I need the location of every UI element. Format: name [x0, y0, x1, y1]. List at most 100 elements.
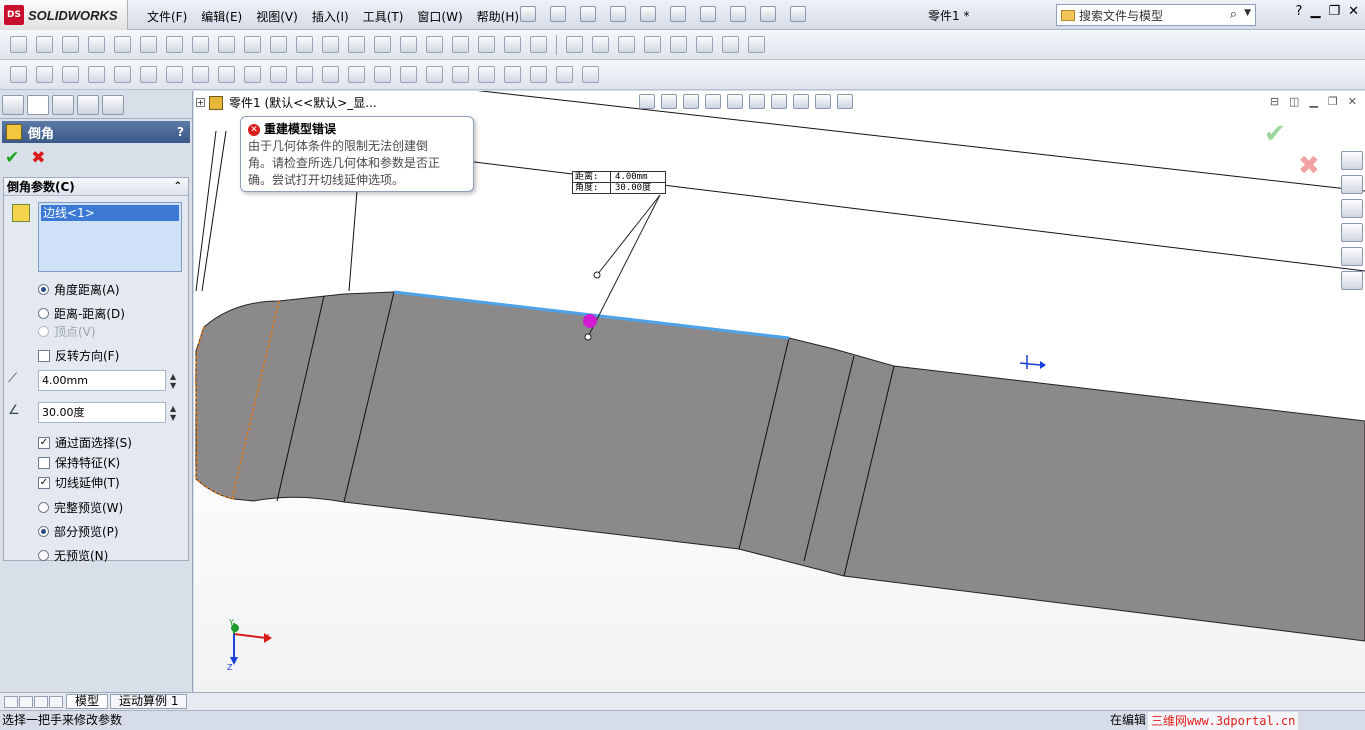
minimize-icon[interactable]: ▁ [1309, 95, 1317, 108]
angle-input[interactable]: 30.00度 [38, 402, 166, 423]
loft-icon[interactable] [88, 36, 105, 53]
extrude-icon[interactable] [10, 36, 27, 53]
view-orientation-icon[interactable] [727, 94, 743, 109]
spline-icon[interactable] [192, 66, 209, 83]
view-settings-icon[interactable] [837, 94, 853, 109]
ok-button[interactable]: ✔ [5, 148, 19, 168]
list-item[interactable]: 边线<1> [41, 205, 179, 221]
smart-dimension-icon[interactable] [36, 66, 53, 83]
group-header[interactable]: 倒角参数(C) ⌃ [4, 178, 188, 196]
menu-tools[interactable]: 工具(T) [356, 6, 411, 27]
sketch-pattern-icon[interactable] [452, 66, 469, 83]
angle-spinner[interactable]: ▲ ▼ [170, 404, 176, 422]
radio-button[interactable] [38, 550, 49, 561]
feature-manager-tab-icon[interactable] [2, 95, 24, 115]
rapid-sketch-icon[interactable] [582, 66, 599, 83]
next-tab-icon[interactable] [34, 695, 48, 708]
close-icon[interactable]: ✕ [1348, 95, 1357, 108]
hole-wizard-icon[interactable] [296, 36, 313, 53]
revolve-icon[interactable] [36, 36, 53, 53]
wrap-icon[interactable] [400, 36, 417, 53]
menu-file[interactable]: 文件(F) [140, 6, 194, 27]
radio-distance-distance[interactable]: 距离-距离(D) [38, 305, 125, 322]
display-relations-icon[interactable] [504, 66, 521, 83]
collapse-icon[interactable]: ⌃ [174, 181, 182, 192]
reference-plane-icon[interactable] [566, 36, 583, 53]
previous-tab-icon[interactable] [19, 695, 33, 708]
dimension-callout[interactable]: 距离: 4.00mm 角度: 30.00度 [572, 171, 666, 194]
open-icon[interactable] [580, 6, 596, 22]
trim-icon[interactable] [426, 66, 443, 83]
help-icon[interactable]: ? [177, 125, 184, 139]
rib-icon[interactable] [218, 36, 235, 53]
tab-motion-study[interactable]: 运动算例 1 [110, 694, 188, 709]
restore-icon[interactable]: ❐ [1328, 95, 1338, 108]
cut-extrude-icon[interactable] [140, 36, 157, 53]
first-tab-icon[interactable] [4, 695, 18, 708]
tree-item-label[interactable]: 零件1 (默认<<默认>_显... [229, 94, 377, 111]
home-icon[interactable] [1341, 151, 1363, 170]
combine-icon[interactable] [478, 36, 495, 53]
chamfer-icon[interactable] [192, 36, 209, 53]
file-explorer-icon[interactable] [1341, 199, 1363, 218]
repair-sketch-icon[interactable] [530, 66, 547, 83]
ellipse-icon[interactable] [218, 66, 235, 83]
callout-value[interactable]: 30.00度 [611, 183, 665, 193]
confirm-ok-icon[interactable]: ✔ [1264, 119, 1320, 149]
intersect-icon[interactable] [426, 36, 443, 53]
appearance-icon[interactable] [793, 94, 809, 109]
radio-button[interactable] [38, 308, 49, 319]
axis-icon[interactable] [592, 36, 609, 53]
radio-button[interactable] [38, 502, 49, 513]
drag-handle[interactable] [583, 314, 597, 328]
section-view-icon[interactable] [705, 94, 721, 109]
close-icon[interactable]: ✕ [1348, 4, 1359, 19]
custom-properties-icon[interactable] [1341, 271, 1363, 290]
last-tab-icon[interactable] [49, 695, 63, 708]
point-icon[interactable] [644, 36, 661, 53]
dome-icon[interactable] [374, 36, 391, 53]
mirror-entities-icon[interactable] [374, 66, 391, 83]
radio-no-preview[interactable]: 无预览(N) [38, 547, 108, 564]
menu-view[interactable]: 视图(V) [249, 6, 305, 27]
split-icon[interactable] [504, 36, 521, 53]
centerline-icon[interactable] [322, 66, 339, 83]
instant3d-icon[interactable] [748, 36, 765, 53]
chevron-down-icon[interactable]: ▼ [1244, 8, 1251, 18]
save-icon[interactable] [610, 6, 626, 22]
dimxpert-tab-icon[interactable] [77, 95, 99, 115]
file-properties-icon[interactable] [760, 6, 776, 22]
view-palette-icon[interactable] [1341, 223, 1363, 242]
help-icon[interactable]: ? [1296, 4, 1303, 19]
circle-icon[interactable] [140, 66, 157, 83]
flip-direction-checkbox[interactable]: 反转方向(F) [38, 347, 119, 364]
search-icon[interactable]: ⌕ [1230, 7, 1237, 22]
fillet-icon[interactable] [166, 36, 183, 53]
select-icon[interactable] [700, 6, 716, 22]
polygon-icon[interactable] [270, 66, 287, 83]
rectangle-icon[interactable] [88, 66, 105, 83]
coordinate-system-icon[interactable] [618, 36, 635, 53]
keep-features-checkbox[interactable]: 保持特征(K) [38, 454, 120, 471]
menu-help[interactable]: 帮助(H) [470, 6, 526, 27]
menu-edit[interactable]: 编辑(E) [194, 6, 249, 27]
rebuild-icon[interactable] [730, 6, 746, 22]
sketch-fillet-icon[interactable] [244, 66, 261, 83]
linear-pattern-icon[interactable] [322, 36, 339, 53]
search-input[interactable]: 搜索文件与模型 [1079, 7, 1163, 24]
split-vertical-icon[interactable]: ◫ [1289, 95, 1299, 108]
surface-icon[interactable] [696, 36, 713, 53]
curve-icon[interactable] [722, 36, 739, 53]
sketch-point-icon[interactable] [296, 66, 313, 83]
mate-reference-icon[interactable] [670, 36, 687, 53]
new-document-icon[interactable] [550, 6, 566, 22]
radio-partial-preview[interactable]: 部分预览(P) [38, 523, 119, 540]
checkbox[interactable] [38, 456, 50, 469]
distance-spinner[interactable]: ▲ ▼ [170, 372, 176, 390]
zoom-to-area-icon[interactable] [661, 94, 677, 109]
select-through-faces-checkbox[interactable]: ✓ 通过面选择(S) [38, 434, 132, 451]
checkbox[interactable] [38, 349, 50, 362]
boundary-icon[interactable] [114, 36, 131, 53]
expand-icon[interactable]: + [196, 98, 205, 107]
checkbox[interactable]: ✓ [38, 476, 50, 489]
